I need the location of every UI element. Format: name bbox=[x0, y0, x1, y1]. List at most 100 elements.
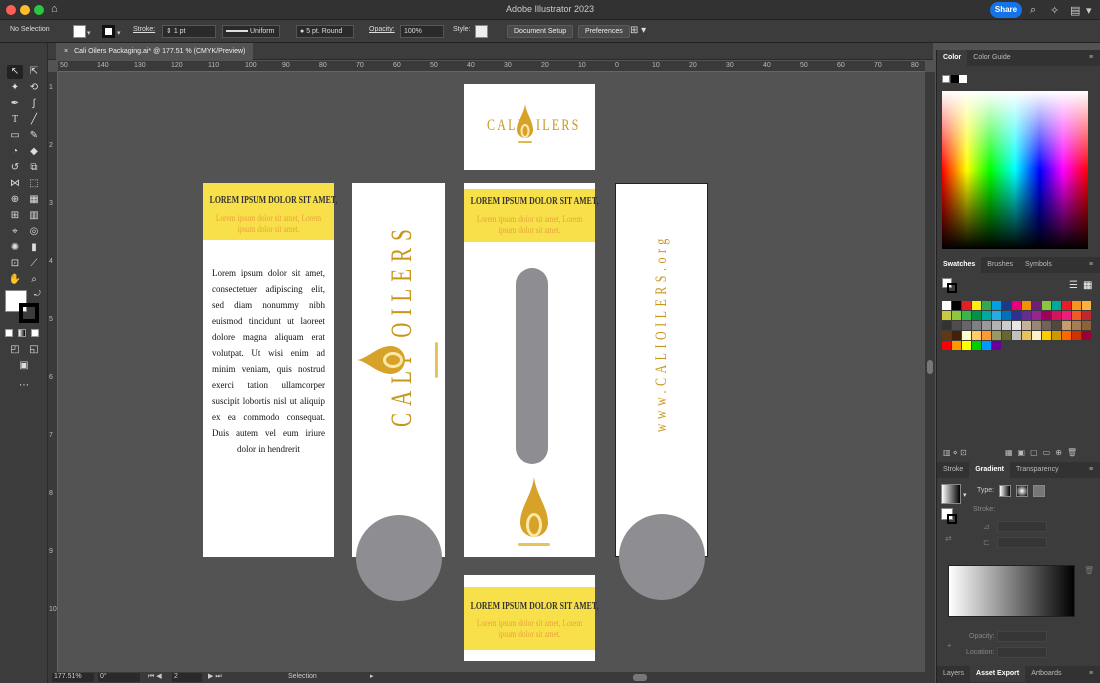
none-color-icon[interactable] bbox=[942, 75, 950, 83]
swatch-action-icons[interactable]: ▦▣▢▭⊕🗑 bbox=[1005, 448, 1082, 457]
color-swatch[interactable] bbox=[972, 321, 981, 330]
graphic-style-swatch[interactable] bbox=[475, 25, 488, 38]
shape-builder-tool-icon[interactable]: ⊕ bbox=[7, 193, 23, 207]
current-tool-status[interactable]: Selection bbox=[288, 673, 317, 680]
color-swatch[interactable] bbox=[962, 321, 971, 330]
tab-swatches[interactable]: Swatches bbox=[937, 257, 982, 273]
color-swatch[interactable] bbox=[1062, 311, 1071, 320]
magic-wand-tool-icon[interactable]: ✦ bbox=[7, 81, 23, 95]
color-panel-menu-icon[interactable]: ≡ bbox=[1089, 50, 1093, 66]
status-menu-icon[interactable]: ▸ bbox=[370, 672, 374, 680]
swatches-panel-menu-icon[interactable]: ≡ bbox=[1089, 257, 1093, 273]
document-setup-button[interactable]: Document Setup bbox=[507, 25, 574, 38]
color-swatch[interactable] bbox=[992, 311, 1001, 320]
color-swatch[interactable] bbox=[962, 311, 971, 320]
color-swatch[interactable] bbox=[1032, 331, 1041, 340]
color-swatch[interactable] bbox=[952, 331, 961, 340]
bottom-panel-menu-icon[interactable]: ≡ bbox=[1089, 666, 1093, 682]
close-tab-icon[interactable]: × bbox=[64, 48, 68, 55]
color-swatch[interactable] bbox=[1002, 301, 1011, 310]
color-swatch[interactable] bbox=[982, 321, 991, 330]
color-swatch[interactable] bbox=[1062, 301, 1071, 310]
color-swatch[interactable] bbox=[992, 321, 1001, 330]
tab-color[interactable]: Color bbox=[937, 50, 968, 66]
preferences-button[interactable]: Preferences bbox=[578, 25, 630, 38]
artboard-tool-icon[interactable]: ⊡ bbox=[7, 257, 23, 271]
color-swatch[interactable] bbox=[1052, 301, 1061, 310]
gradient-panel-menu-icon[interactable]: ≡ bbox=[1089, 462, 1093, 478]
mesh-tool-icon[interactable]: ⊞ bbox=[7, 209, 23, 223]
artboard-middle-panel[interactable]: LOREM IPSUM DOLOR SIT AMET, Lorem ipsum … bbox=[464, 183, 598, 557]
none-mode-icon[interactable] bbox=[31, 329, 39, 337]
perspective-grid-tool-icon[interactable]: ▦ bbox=[26, 193, 42, 207]
color-swatch[interactable] bbox=[962, 331, 971, 340]
color-swatch[interactable] bbox=[1022, 301, 1031, 310]
zoom-tool-icon[interactable]: ⌕ bbox=[26, 273, 42, 287]
next-artboard-icon[interactable]: ▶ ⏭ bbox=[208, 672, 222, 681]
color-swatch[interactable] bbox=[1052, 311, 1061, 320]
paintbrush-tool-icon[interactable]: ✎ bbox=[26, 129, 42, 143]
gradient-thumbnail[interactable] bbox=[941, 484, 961, 504]
color-swatch[interactable] bbox=[1062, 331, 1071, 340]
stroke-label[interactable]: Stroke: bbox=[133, 26, 155, 33]
artboard-bottom[interactable]: LOREM IPSUM DOLOR SIT AMET, Lorem ipsum … bbox=[464, 575, 598, 661]
color-swatch[interactable] bbox=[942, 311, 951, 320]
selection-tool-icon[interactable]: ↖ bbox=[7, 65, 23, 79]
draw-behind-icon[interactable]: ◱ bbox=[26, 343, 42, 357]
radial-gradient-button[interactable] bbox=[1016, 485, 1028, 497]
gradient-mode-icon[interactable] bbox=[18, 329, 26, 337]
freeform-gradient-button[interactable] bbox=[1033, 485, 1045, 497]
color-swatch[interactable] bbox=[1072, 321, 1081, 330]
free-transform-tool-icon[interactable]: ⬚ bbox=[26, 177, 42, 191]
color-swatch[interactable] bbox=[1002, 331, 1011, 340]
gradient-location-input[interactable] bbox=[997, 647, 1047, 658]
stroke-dropdown-icon[interactable]: ▾ bbox=[117, 29, 121, 37]
vertical-scroll-thumb[interactable] bbox=[927, 360, 933, 374]
color-swatch[interactable] bbox=[1042, 321, 1051, 330]
rotate-tool-icon[interactable]: ↺ bbox=[7, 161, 23, 175]
search-icon[interactable]: ⌕ bbox=[1030, 4, 1036, 17]
workspace-icon[interactable]: ▤ bbox=[1070, 4, 1080, 17]
vertical-scrollbar[interactable] bbox=[925, 72, 935, 672]
line-segment-tool-icon[interactable]: ╱ bbox=[26, 113, 42, 127]
color-swatch[interactable] bbox=[992, 301, 1001, 310]
color-swatch[interactable] bbox=[1082, 311, 1091, 320]
list-view-icon[interactable]: ☰ bbox=[1069, 280, 1078, 291]
aspect-ratio-input[interactable] bbox=[997, 537, 1047, 548]
color-swatch[interactable] bbox=[1082, 321, 1091, 330]
tab-artboards[interactable]: Artboards bbox=[1025, 666, 1067, 682]
horizontal-scroll-thumb[interactable] bbox=[633, 674, 647, 681]
color-swatch[interactable] bbox=[952, 301, 961, 310]
color-swatch[interactable] bbox=[982, 301, 991, 310]
tab-gradient[interactable]: Gradient bbox=[969, 462, 1011, 478]
tab-layers[interactable]: Layers bbox=[937, 666, 970, 682]
zoom-level-field[interactable]: 177.51% bbox=[52, 673, 94, 682]
swatch-library-icons[interactable]: ▥ ⋄ ⊡ bbox=[943, 448, 967, 457]
column-graph-tool-icon[interactable]: ▮ bbox=[26, 241, 42, 255]
color-swatch[interactable] bbox=[942, 321, 951, 330]
color-swatch[interactable] bbox=[962, 341, 971, 350]
color-swatch[interactable] bbox=[972, 341, 981, 350]
first-artboard-icon[interactable]: ⏮ ◀ bbox=[148, 672, 162, 681]
swatch-grid[interactable] bbox=[942, 301, 1094, 351]
color-swatch[interactable] bbox=[1032, 321, 1041, 330]
gradient-opacity-input[interactable] bbox=[997, 631, 1047, 642]
stroke-swatch[interactable] bbox=[102, 25, 115, 38]
color-mode-icon[interactable] bbox=[5, 329, 13, 337]
document-tab[interactable]: × Cali Oilers Packaging.ai* @ 177.51 % (C… bbox=[56, 43, 254, 60]
opacity-input[interactable]: 100% bbox=[400, 25, 444, 38]
opacity-label[interactable]: Opacity: bbox=[369, 26, 395, 33]
pen-tool-icon[interactable]: ✒ bbox=[7, 97, 23, 111]
tab-symbols[interactable]: Symbols bbox=[1019, 257, 1058, 273]
color-swatch[interactable] bbox=[1082, 301, 1091, 310]
tab-transparency[interactable]: Transparency bbox=[1010, 462, 1065, 478]
color-swatch[interactable] bbox=[1012, 321, 1021, 330]
artboard-left-panel[interactable]: LOREM IPSUM DOLOR SIT AMET, Lorem ipsum … bbox=[203, 183, 337, 557]
fill-dropdown-icon[interactable]: ▾ bbox=[87, 29, 91, 37]
color-swatch[interactable] bbox=[972, 311, 981, 320]
gradient-angle-input[interactable] bbox=[997, 521, 1047, 532]
color-swatch[interactable] bbox=[1002, 311, 1011, 320]
color-swatch[interactable] bbox=[1072, 331, 1081, 340]
color-swatch[interactable] bbox=[1022, 311, 1031, 320]
symbol-sprayer-tool-icon[interactable]: ✺ bbox=[7, 241, 23, 255]
